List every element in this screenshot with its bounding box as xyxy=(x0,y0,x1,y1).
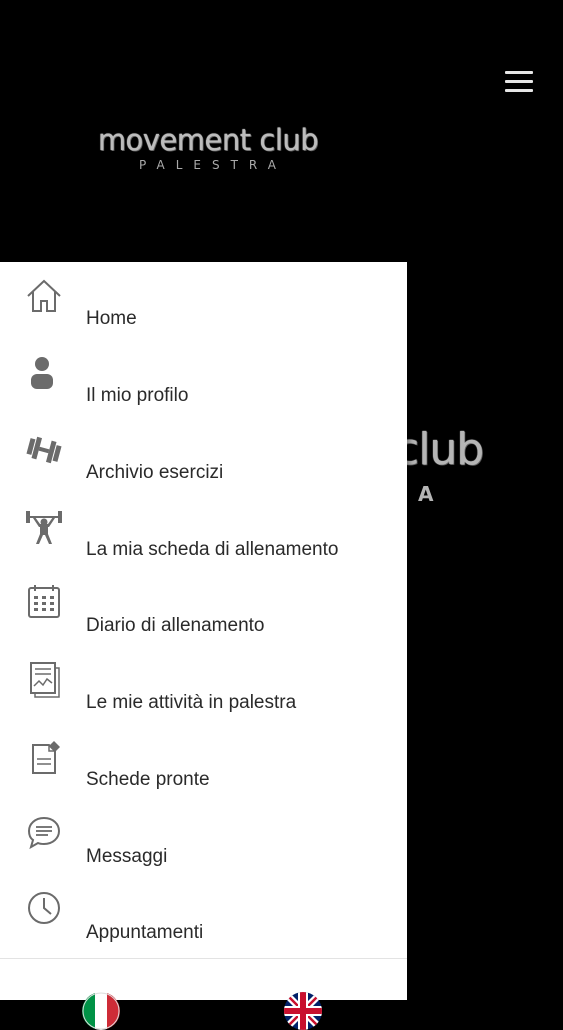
gym-logo: movement club PALESTRA xyxy=(78,122,338,172)
menu-item-label: Schede pronte xyxy=(86,769,210,790)
calendar-icon xyxy=(24,583,64,623)
uk-flag-icon[interactable] xyxy=(284,992,322,1030)
italian-flag-icon[interactable] xyxy=(82,992,120,1030)
menu-item-label: Le mie attività in palestra xyxy=(86,692,297,713)
dumbbell-icon xyxy=(24,430,64,470)
weightlifter-icon xyxy=(24,507,64,547)
menu-item-label: Archivio esercizi xyxy=(86,462,224,483)
menu-item-label: Appuntamenti xyxy=(86,922,204,943)
menu-item-label: Diario di allenamento xyxy=(86,615,265,636)
background-logo-title: club xyxy=(395,424,484,475)
drawer-divider xyxy=(0,958,407,959)
menu-item-home[interactable]: Home xyxy=(0,276,407,348)
menu-item-messages[interactable]: Messaggi xyxy=(0,814,407,886)
logo-title: movement club xyxy=(97,123,319,157)
home-icon xyxy=(24,276,64,316)
navigation-drawer: Home Il mio profilo Archivio esercizi La… xyxy=(0,262,407,1030)
background-logo-subtitle: A xyxy=(418,482,434,506)
menu-item-appointments[interactable]: Appuntamenti xyxy=(0,890,407,962)
activity-report-icon xyxy=(24,660,64,700)
logo-subtitle: PALESTRA xyxy=(139,158,287,172)
user-icon xyxy=(24,353,64,393)
menu-item-label: Home xyxy=(86,308,137,329)
menu-item-profile[interactable]: Il mio profilo xyxy=(0,353,407,425)
clock-icon xyxy=(24,890,64,930)
menu-item-ready-plans[interactable]: Schede pronte xyxy=(0,737,407,809)
menu-item-label: La mia scheda di allenamento xyxy=(86,539,339,560)
menu-item-label: Il mio profilo xyxy=(86,385,189,406)
menu-item-training-plan[interactable]: La mia scheda di allenamento xyxy=(0,507,407,579)
menu-item-training-diary[interactable]: Diario di allenamento xyxy=(0,583,407,655)
hamburger-menu-icon[interactable] xyxy=(500,64,538,100)
document-edit-icon xyxy=(24,737,64,777)
menu-item-exercise-archive[interactable]: Archivio esercizi xyxy=(0,430,407,502)
menu-item-gym-activities[interactable]: Le mie attività in palestra xyxy=(0,660,407,732)
app-header: movement club PALESTRA xyxy=(0,0,563,262)
menu-item-label: Messaggi xyxy=(86,846,168,867)
message-icon xyxy=(24,814,64,854)
